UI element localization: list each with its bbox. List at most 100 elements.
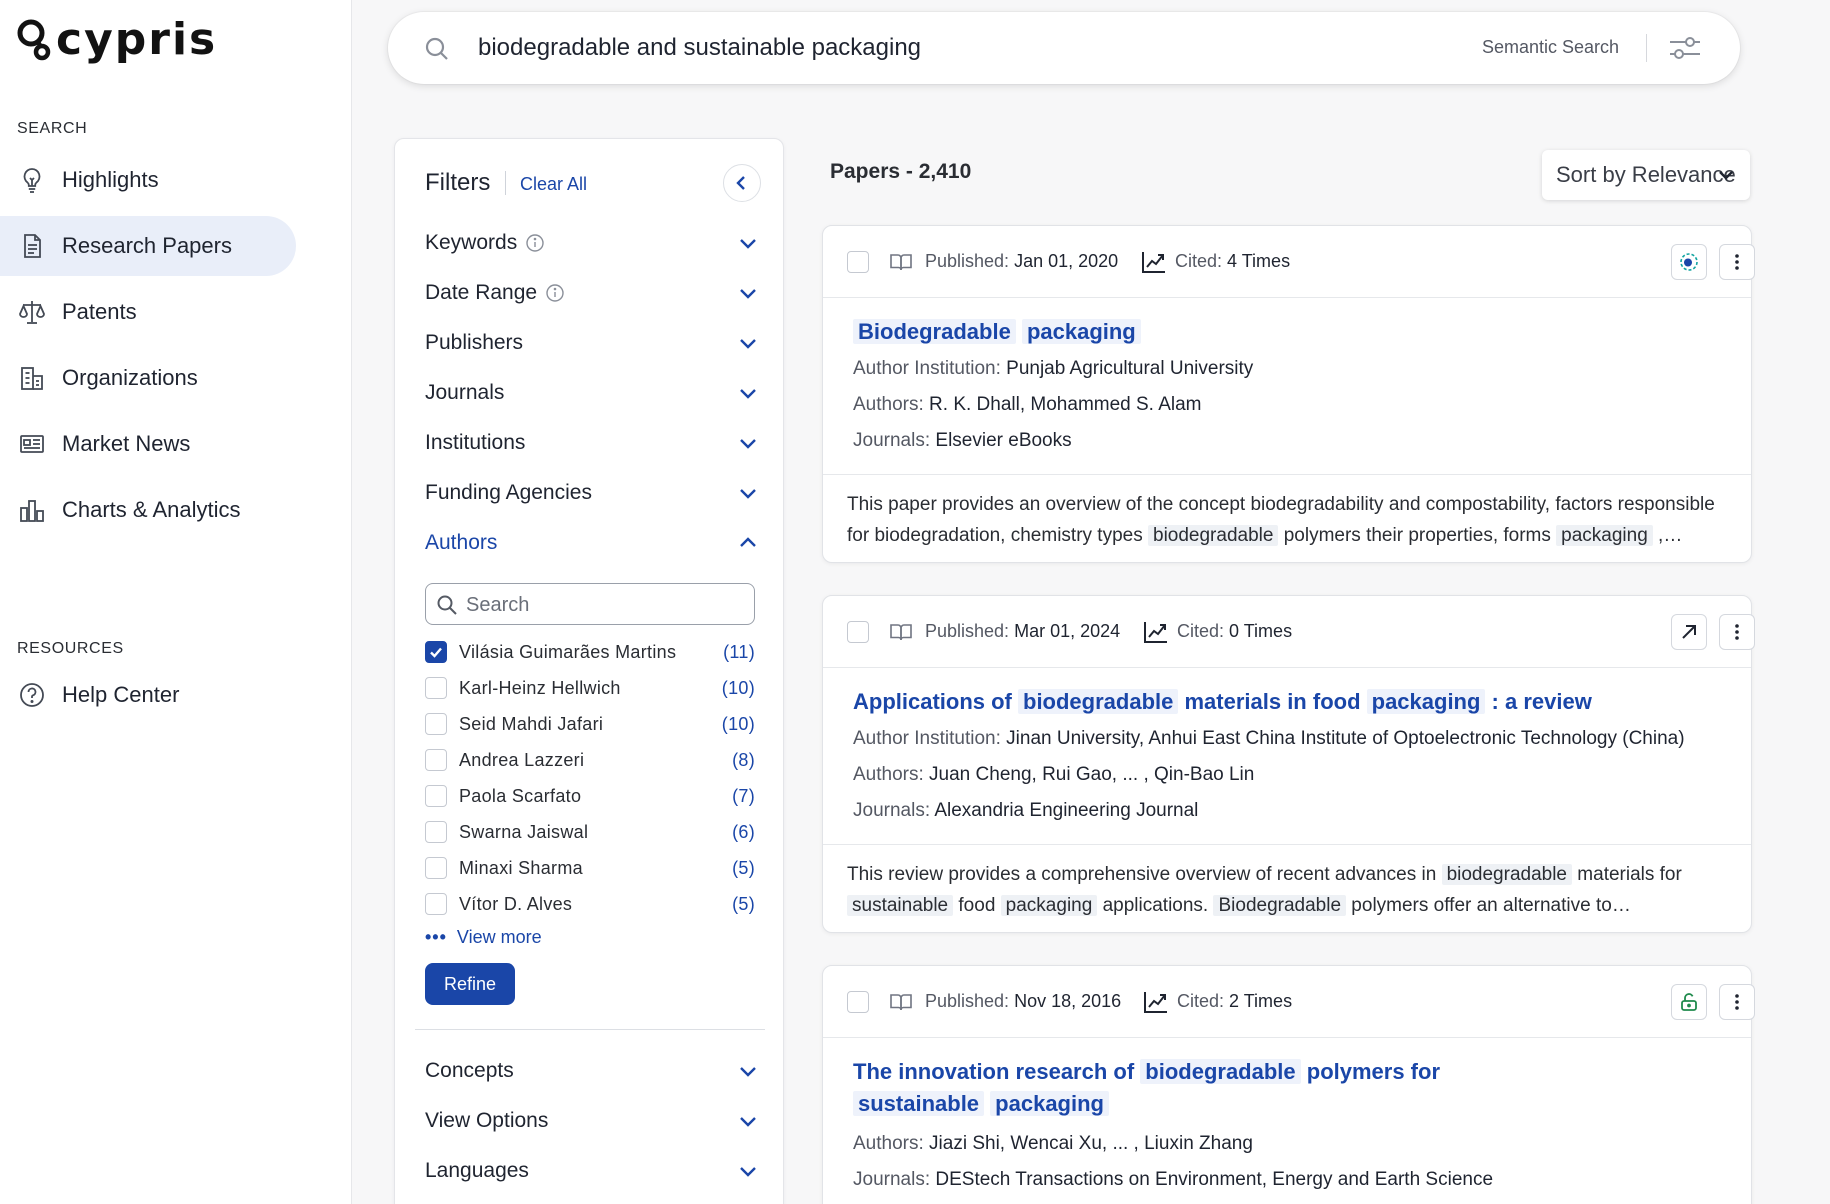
paper-journal: Journals: DEStech Transactions on Enviro… xyxy=(853,1169,1494,1190)
cited-count: Cited: 4 Times xyxy=(1175,251,1291,271)
keyword-highlight: packaging xyxy=(1366,689,1486,714)
ellipsis-icon: ••• xyxy=(425,927,447,947)
paper-title[interactable]: Biodegradable packaging xyxy=(853,316,1613,348)
search-input[interactable] xyxy=(478,26,1378,70)
text-segment: materials for xyxy=(1572,864,1682,885)
cypris-logo[interactable]: cypris xyxy=(16,16,217,64)
unlock-access-button[interactable] xyxy=(1671,984,1707,1020)
chevron-down-icon xyxy=(740,1117,756,1127)
cited-count: Cited: 0 Times xyxy=(1177,621,1293,641)
author-name: Minaxi Sharma xyxy=(459,857,583,878)
filter-funding-agencies[interactable]: Funding Agencies xyxy=(425,473,759,513)
more-options-button[interactable] xyxy=(1719,984,1755,1020)
paper-abstract: This review provides a comprehensive ove… xyxy=(847,859,1727,921)
author-checkbox[interactable] xyxy=(425,821,447,843)
paper-title[interactable]: The innovation research of biodegradable… xyxy=(853,1056,1573,1120)
author-checkbox[interactable] xyxy=(425,749,447,771)
book-icon xyxy=(890,624,912,641)
sidebar-item-charts-analytics[interactable]: Charts & Analytics xyxy=(0,480,296,540)
sidebar-item-help-center[interactable]: Help Center xyxy=(0,665,296,725)
paper-authors: Authors: R. K. Dhall, Mohammed S. Alam xyxy=(853,394,1202,415)
chevron-down-icon xyxy=(740,1167,756,1177)
refine-button[interactable]: Refine xyxy=(425,963,515,1005)
sidebar-item-highlights[interactable]: Highlights xyxy=(0,150,296,210)
author-checkbox[interactable] xyxy=(425,785,447,807)
filter-journals[interactable]: Journals xyxy=(425,373,759,413)
open-access-button[interactable] xyxy=(1671,244,1707,280)
text-segment: polymers for xyxy=(1300,1059,1441,1084)
filters-title: Filters xyxy=(425,169,491,196)
author-checkbox[interactable] xyxy=(425,641,447,663)
paper-select-checkbox[interactable] xyxy=(847,251,869,273)
paper-title[interactable]: Applications of biodegradable materials … xyxy=(853,686,1713,718)
filter-label: Journals xyxy=(425,381,505,404)
info-icon[interactable] xyxy=(525,233,545,253)
sidebar-item-market-news[interactable]: Market News xyxy=(0,414,296,474)
unlock-icon xyxy=(1681,993,1697,1011)
filter-label: Date Range xyxy=(425,281,538,304)
text-segment: Applications of xyxy=(853,689,1018,714)
document-icon xyxy=(24,234,41,258)
trend-icon xyxy=(1142,252,1165,273)
paper-card: Published: Jan 01, 2020 Cited: 4 Times B… xyxy=(822,225,1755,563)
filter-authors[interactable]: Authors xyxy=(425,523,759,563)
collapse-filters-button[interactable] xyxy=(723,164,761,202)
author-option[interactable]: Seid Mahdi Jafari (10) xyxy=(425,711,755,737)
filter-view-options[interactable]: View Options xyxy=(425,1101,759,1141)
author-checkbox[interactable] xyxy=(425,893,447,915)
semantic-search-label[interactable]: Semantic Search xyxy=(1482,37,1619,58)
paper-card: Published: Mar 01, 2024 Cited: 0 Times A… xyxy=(822,595,1755,933)
author-option[interactable]: Swarna Jaiswal (6) xyxy=(425,819,755,845)
search-icon[interactable] xyxy=(424,36,450,62)
clear-all-link[interactable]: Clear All xyxy=(520,174,587,195)
filter-keywords[interactable]: Keywords xyxy=(425,223,759,263)
paper-journal: Journals: Elsevier eBooks xyxy=(853,430,1072,451)
info-icon[interactable] xyxy=(545,283,565,303)
chevron-left-icon xyxy=(736,176,745,190)
author-name: Paola Scarfato xyxy=(459,785,582,806)
text-segment: This review provides a comprehensive ove… xyxy=(847,864,1442,885)
author-option[interactable]: Paola Scarfato (7) xyxy=(425,783,755,809)
text-segment: ,… xyxy=(1652,525,1683,546)
open-external-button[interactable] xyxy=(1671,614,1707,650)
author-option[interactable]: Vítor D. Alves (5) xyxy=(425,891,755,917)
filters-panel: Filters Clear All Keywords Date Range Pu… xyxy=(394,138,784,1204)
filter-publishers[interactable]: Publishers xyxy=(425,323,759,363)
text-segment: applications. xyxy=(1097,895,1214,916)
author-option[interactable]: Minaxi Sharma (5) xyxy=(425,855,755,881)
paper-select-checkbox[interactable] xyxy=(847,991,869,1013)
filter-date-range[interactable]: Date Range xyxy=(425,273,759,313)
paper-meta-bar: Published: Mar 01, 2024 Cited: 0 Times xyxy=(823,596,1755,668)
author-option[interactable]: Vilásia Guimarães Martins (11) xyxy=(425,639,755,665)
sidebar-item-organizations[interactable]: Organizations xyxy=(0,348,296,408)
paper-institution: Author Institution: Jinan University, An… xyxy=(853,728,1685,749)
search-settings-icon[interactable] xyxy=(1668,34,1702,62)
author-checkbox[interactable] xyxy=(425,677,447,699)
paper-select-checkbox[interactable] xyxy=(847,621,869,643)
view-more-authors-link[interactable]: ••• View more xyxy=(425,927,542,948)
more-options-button[interactable] xyxy=(1719,244,1755,280)
chevron-down-icon xyxy=(740,239,756,249)
sort-dropdown[interactable]: Sort by Relevance xyxy=(1542,150,1750,200)
author-count: (7) xyxy=(732,785,755,806)
more-options-button[interactable] xyxy=(1719,614,1755,650)
filter-label: Authors xyxy=(425,531,498,554)
chevron-down-icon xyxy=(740,289,756,299)
author-option[interactable]: Karl-Heinz Hellwich (10) xyxy=(425,675,755,701)
filter-label: Institutions xyxy=(425,431,526,454)
author-option[interactable]: Andrea Lazzeri (8) xyxy=(425,747,755,773)
filter-institutions[interactable]: Institutions xyxy=(425,423,759,463)
more-vertical-icon xyxy=(1735,994,1739,1010)
author-checkbox[interactable] xyxy=(425,857,447,879)
keyword-highlight: biodegradable xyxy=(1148,525,1279,546)
filter-concepts[interactable]: Concepts xyxy=(425,1051,759,1091)
author-count: (5) xyxy=(732,893,755,914)
author-search-input[interactable] xyxy=(466,590,746,620)
sidebar-item-label: Organizations xyxy=(62,365,198,390)
filter-languages[interactable]: Languages xyxy=(425,1151,759,1191)
sidebar-item-patents[interactable]: Patents xyxy=(0,282,296,342)
author-checkbox[interactable] xyxy=(425,713,447,735)
paper-authors: Authors: Jiazi Shi, Wencai Xu, ... , Liu… xyxy=(853,1133,1253,1154)
author-name: Karl-Heinz Hellwich xyxy=(459,677,621,698)
sidebar-item-research-papers[interactable]: Research Papers xyxy=(0,216,296,276)
